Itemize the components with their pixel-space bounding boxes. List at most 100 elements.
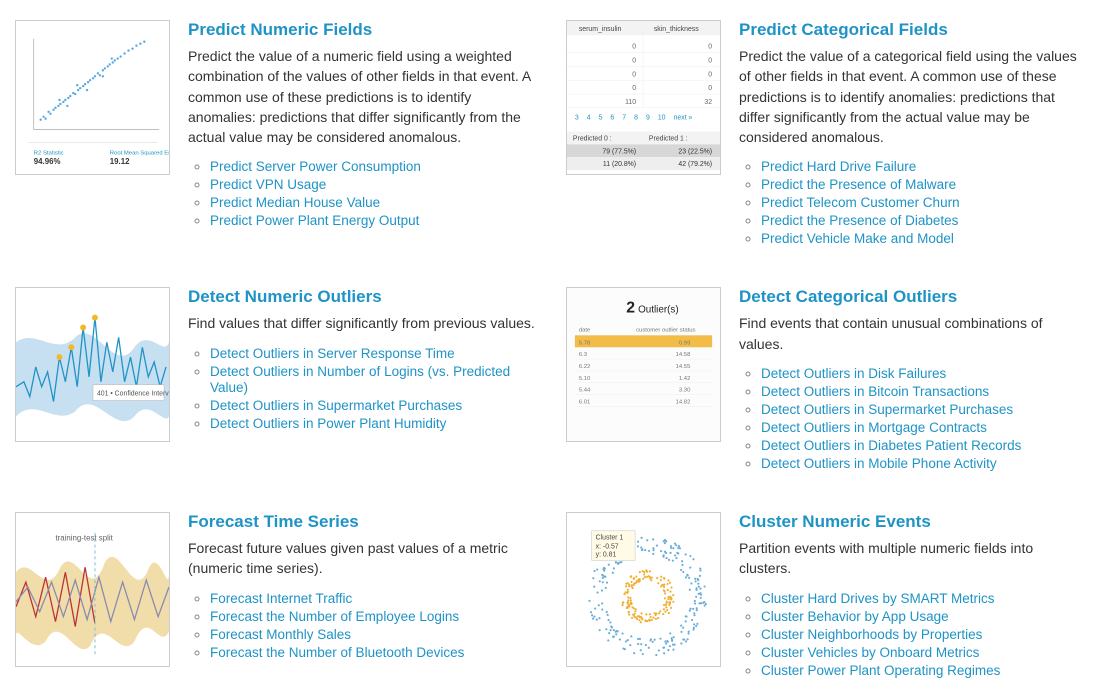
link[interactable]: Detect Outliers in Number of Logins (vs.…	[210, 364, 510, 395]
svg-text:4: 4	[587, 115, 591, 122]
list-item: Detect Outliers in Server Response Time	[210, 344, 536, 362]
desc-predict-categorical: Predict the value of a categorical field…	[739, 46, 1087, 147]
link[interactable]: Cluster Power Plant Operating Regimes	[761, 663, 1000, 678]
svg-text:1.42: 1.42	[679, 376, 691, 382]
svg-text:customer outlier status: customer outlier status	[636, 328, 695, 334]
link[interactable]: Predict VPN Usage	[210, 177, 326, 192]
links-detect-categorical: Detect Outliers in Disk Failures Detect …	[761, 364, 1087, 472]
svg-text:0: 0	[708, 85, 712, 92]
svg-text:6.22: 6.22	[579, 364, 591, 370]
links-detect-numeric: Detect Outliers in Server Response Time …	[210, 344, 536, 432]
link[interactable]: Detect Outliers in Mobile Phone Activity	[761, 456, 997, 471]
title-cluster[interactable]: Cluster Numeric Events	[739, 512, 1087, 532]
svg-text:Root Mean Squared Error (RMSE): Root Mean Squared Error (RMSE)	[110, 150, 169, 156]
link[interactable]: Forecast Internet Traffic	[210, 591, 352, 606]
svg-text:0: 0	[632, 44, 636, 51]
link[interactable]: Predict Power Plant Energy Output	[210, 213, 419, 228]
svg-text:Predicted 1 :: Predicted 1 :	[649, 135, 688, 142]
svg-text:next »: next »	[674, 115, 693, 122]
links-cluster: Cluster Hard Drives by SMART Metrics Clu…	[761, 589, 1087, 679]
svg-text:19.12: 19.12	[110, 157, 130, 166]
link[interactable]: Detect Outliers in Supermarket Purchases	[761, 402, 1013, 417]
link[interactable]: Detect Outliers in Power Plant Humidity	[210, 416, 446, 431]
thumb-predict-numeric: R2 Statistic Root Mean Squared Error (RM…	[15, 20, 170, 175]
thumb-predict-categorical: serum_insulin skin_thickness 00 00 00 00…	[566, 20, 721, 175]
list-item: Predict the Presence of Diabetes	[761, 211, 1087, 229]
title-predict-categorical[interactable]: Predict Categorical Fields	[739, 20, 1087, 40]
svg-text:2: 2	[626, 300, 635, 317]
link[interactable]: Forecast Monthly Sales	[210, 627, 351, 642]
link[interactable]: Predict Hard Drive Failure	[761, 159, 916, 174]
list-item: Predict Hard Drive Failure	[761, 157, 1087, 175]
list-item: Forecast the Number of Bluetooth Devices	[210, 643, 536, 661]
svg-text:5: 5	[599, 115, 603, 122]
link[interactable]: Cluster Hard Drives by SMART Metrics	[761, 591, 995, 606]
list-item: Predict Median House Value	[210, 193, 536, 211]
list-item: Cluster Power Plant Operating Regimes	[761, 661, 1087, 679]
link[interactable]: Cluster Vehicles by Onboard Metrics	[761, 645, 979, 660]
card-predict-numeric: R2 Statistic Root Mean Squared Error (RM…	[15, 20, 536, 247]
svg-text:79 (77.5%): 79 (77.5%)	[602, 148, 636, 155]
list-item: Predict Telecom Customer Churn	[761, 193, 1087, 211]
svg-text:Predicted 0 :: Predicted 0 :	[573, 135, 612, 142]
svg-text:Outlier(s): Outlier(s)	[638, 305, 679, 316]
link[interactable]: Detect Outliers in Supermarket Purchases	[210, 398, 462, 413]
card-cluster: Cluster 1 x: -0.57 y: 0.81 Cluster Numer…	[566, 512, 1087, 679]
svg-text:Cluster 1: Cluster 1	[596, 535, 624, 542]
svg-text:14.82: 14.82	[676, 400, 691, 406]
desc-detect-categorical: Find events that contain unusual combina…	[739, 313, 1087, 354]
card-forecast: training-test split Forecast Time Series…	[15, 512, 536, 679]
list-item: Forecast the Number of Employee Logins	[210, 607, 536, 625]
title-detect-numeric[interactable]: Detect Numeric Outliers	[188, 287, 536, 307]
list-item: Detect Outliers in Disk Failures	[761, 364, 1087, 382]
svg-text:42 (79.2%): 42 (79.2%)	[678, 161, 712, 168]
link[interactable]: Predict the Presence of Diabetes	[761, 213, 958, 228]
svg-text:11 (20.8%): 11 (20.8%)	[603, 161, 636, 168]
list-item: Predict Vehicle Make and Model	[761, 229, 1087, 247]
svg-text:x: -0.57: x: -0.57	[596, 544, 619, 551]
svg-text:0: 0	[632, 71, 636, 78]
list-item: Forecast Internet Traffic	[210, 589, 536, 607]
svg-text:y: 0.81: y: 0.81	[596, 552, 617, 559]
svg-text:0: 0	[708, 57, 712, 64]
svg-text:3: 3	[575, 115, 579, 122]
link[interactable]: Cluster Neighborhoods by Properties	[761, 627, 982, 642]
link[interactable]: Predict Telecom Customer Churn	[761, 195, 960, 210]
thumb-detect-categorical: 2 Outlier(s) datecustomer outlier status…	[566, 287, 721, 442]
link[interactable]: Predict Vehicle Make and Model	[761, 231, 954, 246]
link[interactable]: Forecast the Number of Employee Logins	[210, 609, 459, 624]
svg-text:0: 0	[632, 85, 636, 92]
link[interactable]: Detect Outliers in Bitcoin Transactions	[761, 384, 989, 399]
link[interactable]: Cluster Behavior by App Usage	[761, 609, 949, 624]
list-item: Detect Outliers in Mortgage Contracts	[761, 418, 1087, 436]
title-predict-numeric[interactable]: Predict Numeric Fields	[188, 20, 536, 40]
link[interactable]: Predict Median House Value	[210, 195, 380, 210]
link[interactable]: Detect Outliers in Disk Failures	[761, 366, 946, 381]
svg-text:serum_insulin: serum_insulin	[579, 26, 622, 33]
svg-text:6.3: 6.3	[579, 353, 588, 359]
desc-detect-numeric: Find values that differ significantly fr…	[188, 313, 536, 333]
list-item: Detect Outliers in Bitcoin Transactions	[761, 382, 1087, 400]
list-item: Detect Outliers in Power Plant Humidity	[210, 414, 536, 432]
desc-cluster: Partition events with multiple numeric f…	[739, 538, 1087, 579]
link[interactable]: Forecast the Number of Bluetooth Devices	[210, 645, 464, 660]
link[interactable]: Predict the Presence of Malware	[761, 177, 956, 192]
svg-text:5.10: 5.10	[579, 376, 591, 382]
list-item: Detect Outliers in Mobile Phone Activity	[761, 454, 1087, 472]
desc-predict-numeric: Predict the value of a numeric field usi…	[188, 46, 536, 147]
thumb-forecast: training-test split	[15, 512, 170, 667]
title-forecast[interactable]: Forecast Time Series	[188, 512, 536, 532]
link[interactable]: Detect Outliers in Server Response Time	[210, 346, 455, 361]
svg-text:10: 10	[658, 115, 666, 122]
svg-text:23 (22.5%): 23 (22.5%)	[678, 148, 712, 155]
link[interactable]: Detect Outliers in Diabetes Patient Reco…	[761, 438, 1021, 453]
desc-forecast: Forecast future values given past values…	[188, 538, 536, 579]
list-item: Cluster Vehicles by Onboard Metrics	[761, 643, 1087, 661]
svg-text:8: 8	[634, 115, 638, 122]
title-detect-categorical[interactable]: Detect Categorical Outliers	[739, 287, 1087, 307]
list-item: Predict Server Power Consumption	[210, 157, 536, 175]
svg-text:6.01: 6.01	[579, 400, 591, 406]
link[interactable]: Detect Outliers in Mortgage Contracts	[761, 420, 987, 435]
link[interactable]: Predict Server Power Consumption	[210, 159, 421, 174]
links-predict-categorical: Predict Hard Drive Failure Predict the P…	[761, 157, 1087, 247]
